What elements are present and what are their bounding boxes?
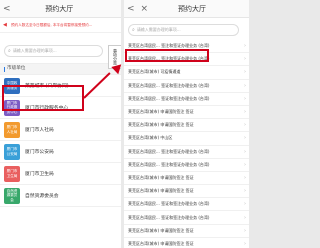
highlight-box xyxy=(2,85,84,111)
department-logo: 厦门市卫生局 xyxy=(4,165,20,182)
service-item[interactable]: 莱芜区台湾居民... 签注和签证办理业务 (台湾) › xyxy=(124,146,249,159)
service-item-label: 莱芜区台湾(城市) 申请国防签注 签证 xyxy=(128,240,194,246)
group-marker xyxy=(4,66,5,72)
service-item[interactable]: 莱芜区台湾(城市) 申请国防签注 签证 › xyxy=(124,225,249,238)
page-title: 预约大厅 xyxy=(45,4,74,13)
service-item[interactable]: 莱芜区台湾居民... 签证和签注办理业务 (台湾) › xyxy=(124,93,249,106)
service-item[interactable]: 莱芜区台湾居民... 签证和签注办理业务 (台湾) › xyxy=(124,211,249,225)
service-item-label: 莱芜区台湾(城市) 申请国防签注 签证 xyxy=(128,122,194,128)
service-item-list: 莱芜区台湾居民... 签注和签证办理业务 (台湾) › 莱芜区台湾居民... 签注和… xyxy=(124,40,249,248)
chevron-right-icon: › xyxy=(244,82,246,89)
service-item[interactable]: 莱芜区台湾(城市) 申请国防签注 签证 › xyxy=(124,172,249,186)
highlight-box xyxy=(125,49,209,62)
department-item[interactable]: 厦门市人社局 厦门市人社局 xyxy=(0,119,121,141)
back-button[interactable]: < xyxy=(0,0,14,18)
service-item-label: 莱芜区台湾居民... 签证和签注办理业务 (台湾) xyxy=(128,214,210,220)
left-title-bar: < 预约大厅 xyxy=(0,0,121,18)
chevron-right-icon: › xyxy=(244,214,246,221)
department-name: 厦门市人社局 xyxy=(25,128,54,133)
chevron-right-icon: › xyxy=(244,148,246,155)
service-item[interactable]: 莱芜区台湾居民... 签证和签注办理业务 (台湾) › xyxy=(124,80,249,93)
chevron-right-icon: › xyxy=(244,240,246,247)
page-title: 预约大厅 xyxy=(178,4,207,13)
right-panel: < × 预约大厅 ⌕ 请输入需要办理的事项... 莱芜区台湾居民... 签注和签… xyxy=(124,0,249,248)
chevron-right-icon: › xyxy=(244,201,246,208)
search-placeholder: 请输入需要办理的事项... xyxy=(12,48,57,53)
search-placeholder: 请输入需要办理的事项... xyxy=(136,27,181,32)
department-name: 厦门市公安局 xyxy=(25,150,54,155)
service-item-label: 莱芜区台湾(城市) 可疫情通道 xyxy=(128,69,181,75)
chevron-right-icon: › xyxy=(244,109,246,116)
group-header: 市级单位 xyxy=(0,63,121,75)
notice-banner: ◀ 预约人数达至今日限额后, 本平台将暂停接受预约... xyxy=(0,18,121,33)
service-item[interactable]: 莱芜区台湾(城市) 申请国防签注 签证 › xyxy=(124,238,249,248)
service-item-label: 莱芜区台湾(城市) 申请国防签注 签证 xyxy=(128,227,194,233)
chevron-right-icon: › xyxy=(244,122,246,129)
chevron-right-icon: › xyxy=(244,188,246,195)
department-item[interactable]: 厦门市卫生局 厦门市卫生局 xyxy=(0,163,121,185)
department-item[interactable]: 厦门市公安局 厦门市公安局 xyxy=(0,141,121,163)
group-label: 市级单位 xyxy=(7,66,26,71)
left-panel: < 预约大厅 ◀ 预约人数达至今日限额后, 本平台将暂停接受预约... ⌕ 请输… xyxy=(0,0,121,248)
chevron-right-icon: › xyxy=(244,43,246,50)
service-item[interactable]: 莱芜区台湾居民... 签注和签证办理业务 (台湾) › xyxy=(124,159,249,172)
department-logo: 自然资源委员会 xyxy=(4,187,20,204)
search-input[interactable]: ⌕ 请输入需要办理的事项... xyxy=(128,24,239,36)
close-button[interactable]: × xyxy=(138,0,152,18)
chevron-right-icon: › xyxy=(244,135,246,142)
search-input[interactable]: ⌕ 请输入需要办理的事项... xyxy=(4,45,103,57)
service-item[interactable]: 莱芜区台湾(城市) 中山区 › xyxy=(124,132,249,146)
service-item-label: 莱芜区台湾(城市) 申请国防签注 签证 xyxy=(128,174,194,180)
search-icon: ⌕ xyxy=(132,27,135,33)
search-icon: ⌕ xyxy=(8,48,11,54)
service-item-label: 莱芜区台湾(城市) 申请国防签注 签证 xyxy=(128,109,194,115)
department-item[interactable]: 自然资源委员会 自然资源委员会 xyxy=(0,185,121,207)
service-item-label: 莱芜区台湾居民... 签证和签注办理业务 (台湾) xyxy=(128,82,210,88)
chevron-right-icon: › xyxy=(244,95,246,102)
service-item[interactable]: 莱芜区台湾(城市) 申请国防签注 签证 › xyxy=(124,106,249,120)
right-title-bar: < × 预约大厅 xyxy=(124,0,249,18)
service-item[interactable]: 莱芜区台湾(城市) 申请国防签注 签证 › xyxy=(124,119,249,133)
notice-text: 预约人数达至今日限额后, 本平台将暂停接受预约... xyxy=(11,22,93,27)
service-item-label: 莱芜区台湾(城市) 中山区 xyxy=(128,135,173,141)
service-item[interactable]: 莱芜区台湾(城市) 申请国防签注 签证 › xyxy=(124,185,249,199)
chevron-right-icon: › xyxy=(244,174,246,181)
service-item-label: 莱芜区台湾居民... 签注和签证办理业务 (台湾) xyxy=(128,148,210,154)
service-item-label: 莱芜区台湾居民... 签证和签注办理业务 (台湾) xyxy=(128,201,210,207)
chevron-right-icon: › xyxy=(244,69,246,76)
department-logo: 厦门市公安局 xyxy=(4,143,20,160)
service-item[interactable]: 莱芜区台湾(城市) 可疫情通道 › xyxy=(124,66,249,80)
department-logo: 厦门市人社局 xyxy=(4,121,20,138)
chevron-right-icon: › xyxy=(244,56,246,63)
service-item-label: 莱芜区台湾居民... 签证和签注办理业务 (台湾) xyxy=(128,95,210,101)
chevron-right-icon: › xyxy=(244,161,246,168)
speaker-icon: ◀ xyxy=(3,22,7,28)
back-button[interactable]: < xyxy=(124,0,138,18)
department-name: 自然资源委员会 xyxy=(25,194,59,199)
department-name: 厦门市卫生局 xyxy=(25,172,54,177)
service-item-label: 莱芜区台湾(城市) 申请国防签注 签证 xyxy=(128,188,194,194)
chevron-right-icon: › xyxy=(244,227,246,234)
service-item-label: 莱芜区台湾居民... 签注和签证办理业务 (台湾) xyxy=(128,161,210,167)
service-item[interactable]: 莱芜区台湾居民... 签证和签注办理业务 (台湾) › xyxy=(124,198,249,212)
